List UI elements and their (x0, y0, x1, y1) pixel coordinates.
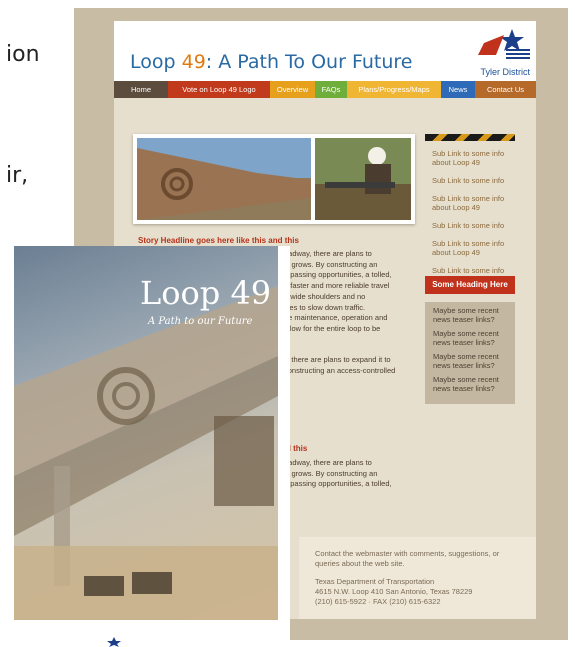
site-header: Loop 49: A Path To Our Future Tyler Dist… (114, 21, 536, 81)
nav-overview[interactable]: Overview (270, 81, 315, 98)
sidebar-heading: Some Heading Here (425, 276, 515, 294)
photo-strip (133, 134, 415, 224)
sidebar-link[interactable]: Sub Link to some info about Loop 49 (432, 239, 522, 257)
news-teaser-link[interactable]: Maybe some recent news teaser links? (433, 375, 507, 393)
news-teasers: Maybe some recent news teaser links? May… (425, 302, 515, 404)
story-body-3: oadway, there are plans to ic grows. By … (284, 458, 392, 489)
hazard-stripe-bar (425, 134, 515, 141)
story-body-2: y, there are plans to expand it to const… (284, 355, 396, 375)
brochure-panel: Loop 49 A Path to our Future (0, 246, 290, 647)
site-title[interactable]: Loop 49: A Path To Our Future (130, 51, 412, 73)
brochure-cover: Loop 49 A Path to our Future (14, 246, 278, 620)
sidebar-link[interactable]: Sub Link to some info about Loop 49 (432, 194, 522, 212)
brochure-title: Loop 49 (140, 274, 272, 312)
news-teaser-link[interactable]: Maybe some recent news teaser links? (433, 329, 507, 347)
sidebar-link[interactable]: Sub Link to some info about Loop 49 (432, 149, 522, 167)
star-icon (107, 637, 121, 647)
nav-news[interactable]: News (441, 81, 475, 98)
sidebar-link[interactable]: Sub Link to some info (432, 266, 522, 275)
story-body: oadway, there are plans to ic grows. By … (284, 249, 392, 333)
nav-contact-us[interactable]: Contact Us (475, 81, 536, 98)
txdot-logo[interactable]: Tyler District (474, 29, 532, 77)
txdot-star-icon (478, 29, 530, 59)
sidebar-links: Sub Link to some info about Loop 49 Sub … (432, 149, 522, 284)
footer-contact[interactable]: Contact the webmaster with comments, sug… (315, 549, 525, 569)
district-label: Tyler District (480, 67, 531, 77)
brochure-subtitle: A Path to our Future (148, 316, 253, 327)
nav-faqs[interactable]: FAQs (315, 81, 347, 98)
footer-address: Texas Department of Transportation 4615 … (315, 577, 473, 606)
page-text-fragment: ir, (6, 163, 29, 188)
nav-home[interactable]: Home (114, 81, 168, 98)
main-nav: Home Vote on Loop 49 Logo Overview FAQs … (114, 81, 536, 98)
site-footer: Contact the webmaster with comments, sug… (299, 537, 536, 619)
news-teaser-link[interactable]: Maybe some recent news teaser links? (433, 352, 507, 370)
sidebar-link[interactable]: Sub Link to some info (432, 221, 522, 230)
nav-vote-logo[interactable]: Vote on Loop 49 Logo (168, 81, 270, 98)
bridge-photo (137, 138, 311, 220)
nav-plans-progress-maps[interactable]: Plans/Progress/Maps (347, 81, 441, 98)
sidebar-link[interactable]: Sub Link to some info (432, 176, 522, 185)
page-text-fragment: ion (6, 42, 40, 67)
news-teaser-link[interactable]: Maybe some recent news teaser links? (433, 306, 507, 324)
story-heading[interactable]: Story Headline goes here like this and t… (138, 236, 299, 245)
worker-photo (315, 138, 411, 220)
